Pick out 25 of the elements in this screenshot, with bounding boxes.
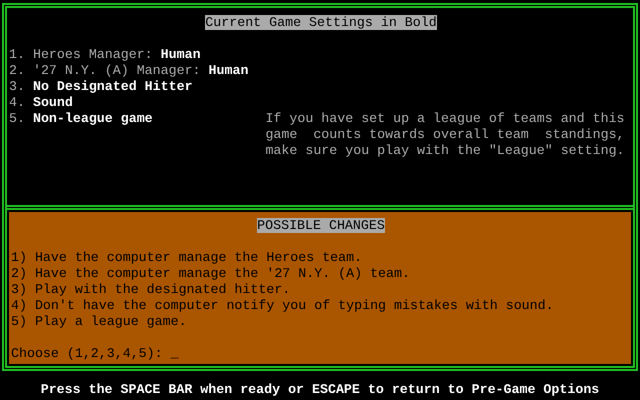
hint-text: If you have set up a league of teams and this bbox=[265, 111, 625, 127]
status-message: Press the SPACE BAR when ready or ESCAPE to return to Pre-Game Options bbox=[40, 382, 600, 398]
setting-value: Human bbox=[208, 63, 248, 79]
setting-label: Sound bbox=[32, 95, 73, 111]
option-text: 2) Have the computer manage the '27 N.Y. (A) team. bbox=[11, 266, 411, 282]
item-number: 2. bbox=[9, 63, 25, 79]
setting-label: Non-league game bbox=[32, 111, 153, 127]
setting-label: No Designated Hitter bbox=[32, 79, 193, 95]
panel-title: Current Game Settings in Bold bbox=[205, 15, 437, 30]
setting-label: Heroes Manager: bbox=[32, 47, 153, 63]
item-number: 1. bbox=[9, 47, 25, 63]
item-number: 4. bbox=[9, 95, 25, 111]
option-text: 1) Have the computer manage the Heroes team. bbox=[11, 250, 364, 266]
hint-text: make sure you play with the "League" setting. bbox=[265, 143, 625, 159]
option-text: 4) Don't have the computer notify you of typing mistakes with sound. bbox=[11, 298, 555, 314]
panel-title: POSSIBLE CHANGES bbox=[257, 218, 385, 233]
hint-text: game counts towards overall team standings, bbox=[265, 127, 625, 143]
option-text: 3) Play with the designated hitter. bbox=[11, 282, 292, 298]
option-text: 5) Play a league game. bbox=[11, 314, 188, 330]
item-number: 3. bbox=[9, 79, 25, 95]
prompt-text: Choose (1,2,3,4,5): bbox=[11, 346, 163, 362]
item-number: 5. bbox=[9, 111, 25, 127]
setting-label: '27 N.Y. (A) Manager: bbox=[32, 63, 201, 79]
setting-value: Human bbox=[160, 47, 201, 63]
text-cursor: _ bbox=[170, 346, 179, 362]
